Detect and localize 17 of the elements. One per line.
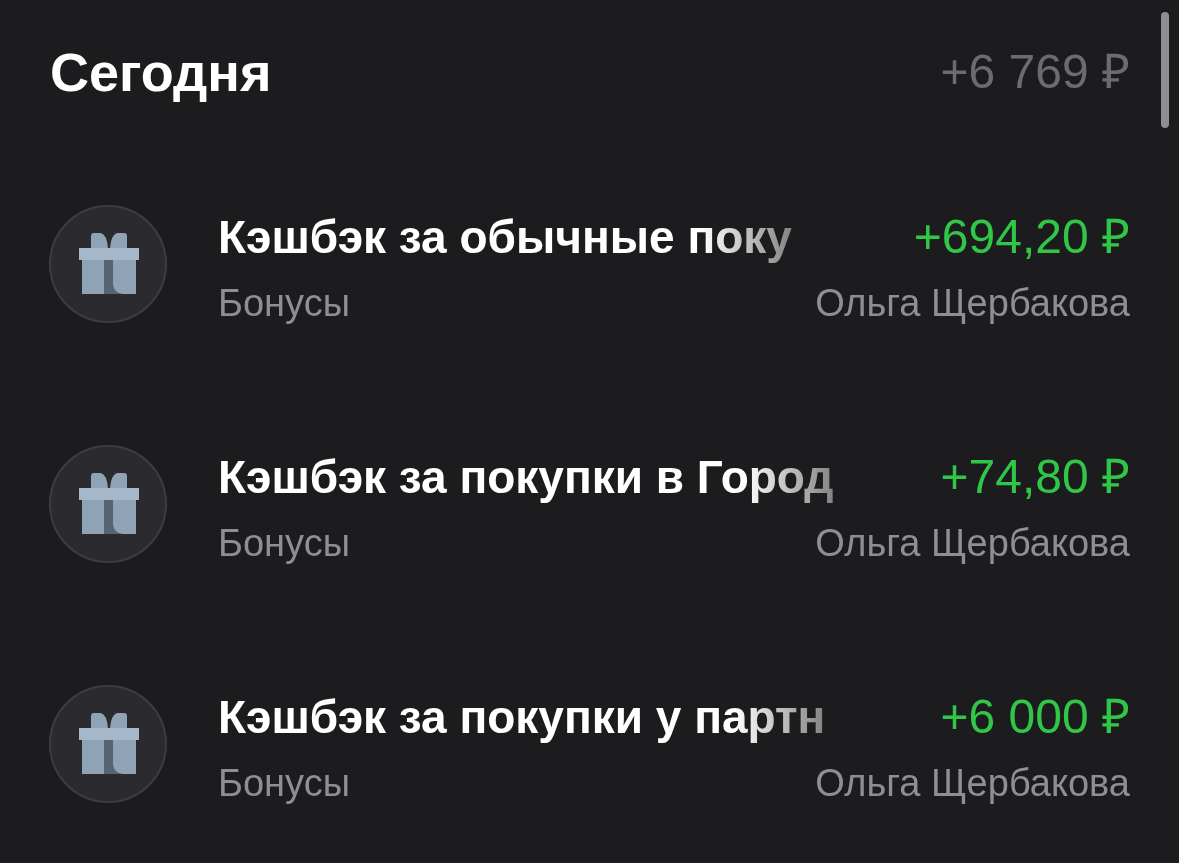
day-heading: Сегодня (50, 41, 272, 104)
gift-icon (49, 205, 167, 323)
owner-name: Ольга Щербакова (815, 521, 1130, 566)
amount-text: +74,80 ₽ (940, 449, 1130, 505)
amount-text: +694,20 ₽ (913, 209, 1130, 265)
category-text: Бонусы (218, 521, 350, 566)
operation-title: Кэшбэк за покупки у партн (218, 690, 826, 745)
day-total: +6 769 ₽ (940, 44, 1130, 100)
owner-name: Ольга Щербакова (815, 761, 1130, 806)
gift-icon (49, 685, 167, 803)
gift-icon (49, 445, 167, 563)
category-text: Бонусы (218, 761, 350, 806)
category-text: Бонусы (218, 281, 350, 326)
owner-name: Ольга Щербакова (815, 281, 1130, 326)
amount-text: +6 000 ₽ (940, 689, 1130, 745)
operation-title: Кэшбэк за покупки в Город (218, 450, 834, 505)
operation-title: Кэшбэк за обычные поку (218, 210, 792, 265)
